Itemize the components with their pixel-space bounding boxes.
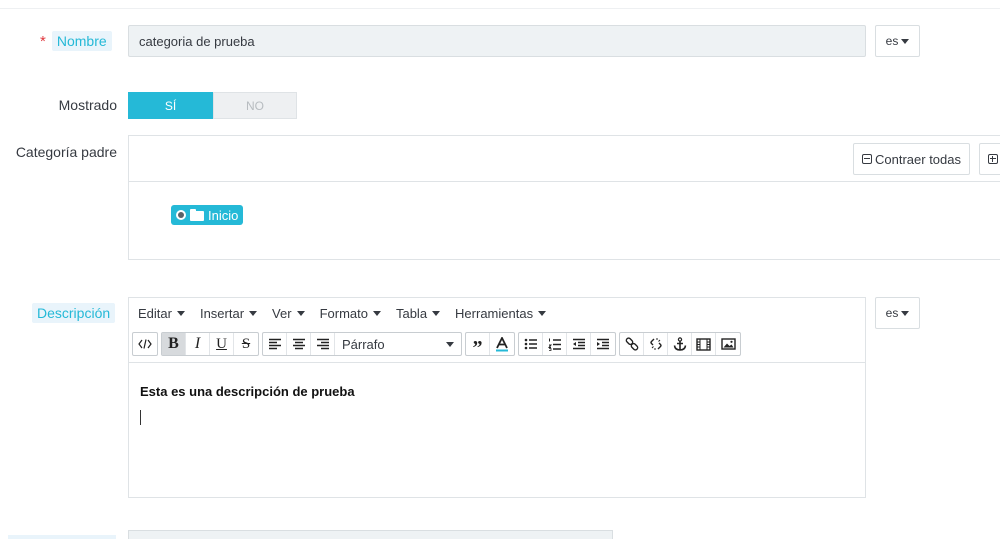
media-icon[interactable] <box>692 333 716 355</box>
caret-down-icon <box>249 310 258 316</box>
top-divider <box>0 8 1000 9</box>
name-input[interactable]: categoria de prueba <box>128 25 866 57</box>
source-code-icon[interactable] <box>133 333 157 355</box>
menu-tabla[interactable]: Tabla <box>395 305 441 321</box>
displayed-yes-option[interactable]: SÍ <box>128 92 213 119</box>
unlink-icon[interactable] <box>644 333 668 355</box>
editor-toolbar: B I U S Párrafo ” <box>132 332 741 359</box>
toolbar-group-quote: ” <box>465 332 515 359</box>
align-left-icon[interactable] <box>263 333 287 355</box>
format-select[interactable]: Párrafo <box>335 333 461 355</box>
indent-icon[interactable] <box>591 333 615 355</box>
menu-insertar[interactable]: Insertar <box>199 305 258 321</box>
caret-down-icon <box>446 341 454 347</box>
toolbar-group-insert <box>619 332 741 356</box>
name-label-group: * Nombre <box>40 31 112 51</box>
numbered-list-icon[interactable] <box>543 333 567 355</box>
align-right-icon[interactable] <box>311 333 335 355</box>
caret-down-icon <box>538 310 547 316</box>
parent-category-label: Categoría padre <box>15 144 117 160</box>
menu-tabla-label: Tabla <box>395 305 428 321</box>
bullet-list-icon[interactable] <box>519 333 543 355</box>
description-lang-dropdown[interactable]: es <box>875 297 920 329</box>
editor-menubar: Editar Insertar Ver Formato Tabla Herram… <box>129 298 865 328</box>
next-field-label-hint <box>8 535 116 539</box>
caret-down-icon <box>901 310 910 316</box>
radio-selected-icon[interactable] <box>176 210 186 220</box>
displayed-no-option[interactable]: NO <box>213 92 297 119</box>
name-lang-label: es <box>885 34 899 48</box>
tree-node-label: Inicio <box>208 207 239 223</box>
description-label: Descripción <box>32 303 116 323</box>
name-lang-dropdown[interactable]: es <box>875 25 920 57</box>
format-select-value: Párrafo <box>342 336 385 352</box>
collapse-all-button[interactable]: Contraer todas <box>853 143 970 175</box>
caret-down-icon <box>372 310 381 316</box>
caret-down-icon <box>296 310 305 316</box>
underline-icon[interactable]: U <box>210 333 234 355</box>
toolbar-group-source <box>132 332 158 356</box>
menu-formato[interactable]: Formato <box>320 306 381 321</box>
caret-down-icon <box>432 310 441 316</box>
toolbar-group-text-style: B I U S <box>161 332 259 356</box>
description-lang-label: es <box>885 306 899 320</box>
menu-herramientas[interactable]: Herramientas <box>455 305 547 321</box>
editor-content-text: Esta es una descripción de prueba <box>140 384 355 399</box>
strikethrough-icon[interactable]: S <box>234 333 258 355</box>
editor-content-area[interactable]: Esta es una descripción de prueba <box>129 362 865 497</box>
italic-icon[interactable]: I <box>186 333 210 355</box>
collapse-icon <box>862 154 872 164</box>
blockquote-icon[interactable]: ” <box>466 333 490 359</box>
name-label: Nombre <box>51 31 112 51</box>
toolbar-group-lists <box>518 332 616 356</box>
menu-ver-label: Ver <box>272 305 292 321</box>
caret-down-icon <box>901 38 910 44</box>
menu-herramientas-label: Herramientas <box>455 305 534 321</box>
menu-formato-label: Formato <box>319 305 368 321</box>
tree-node-inicio[interactable]: Inicio <box>171 205 244 225</box>
displayed-label: Mostrado <box>58 97 117 113</box>
displayed-switch[interactable]: SÍ NO <box>128 92 297 119</box>
expand-all-button[interactable] <box>979 143 1000 175</box>
description-editor: Editar Insertar Ver Formato Tabla Herram… <box>128 297 866 498</box>
next-field-input-hint <box>128 530 613 539</box>
image-icon[interactable] <box>716 333 740 355</box>
required-asterisk: * <box>40 32 46 50</box>
tree-toolbar: Contraer todas <box>129 136 1000 182</box>
bold-icon[interactable]: B <box>162 333 186 355</box>
toolbar-group-align: Párrafo <box>262 332 462 356</box>
align-center-icon[interactable] <box>287 333 311 355</box>
expand-icon <box>988 154 998 164</box>
collapse-all-label: Contraer todas <box>875 151 961 167</box>
folder-icon <box>190 209 204 221</box>
caret-down-icon <box>176 310 185 316</box>
menu-insertar-label: Insertar <box>199 305 245 321</box>
text-color-icon[interactable] <box>490 333 514 355</box>
category-tree-panel: Contraer todas Inicio <box>128 135 1000 260</box>
menu-editar-label: Editar <box>138 305 172 321</box>
name-input-value: categoria de prueba <box>139 33 255 49</box>
menu-ver[interactable]: Ver <box>272 306 305 321</box>
anchor-icon[interactable] <box>668 333 692 355</box>
menu-editar[interactable]: Editar <box>138 306 185 321</box>
text-cursor <box>140 410 141 425</box>
link-icon[interactable] <box>620 333 644 355</box>
outdent-icon[interactable] <box>567 333 591 355</box>
